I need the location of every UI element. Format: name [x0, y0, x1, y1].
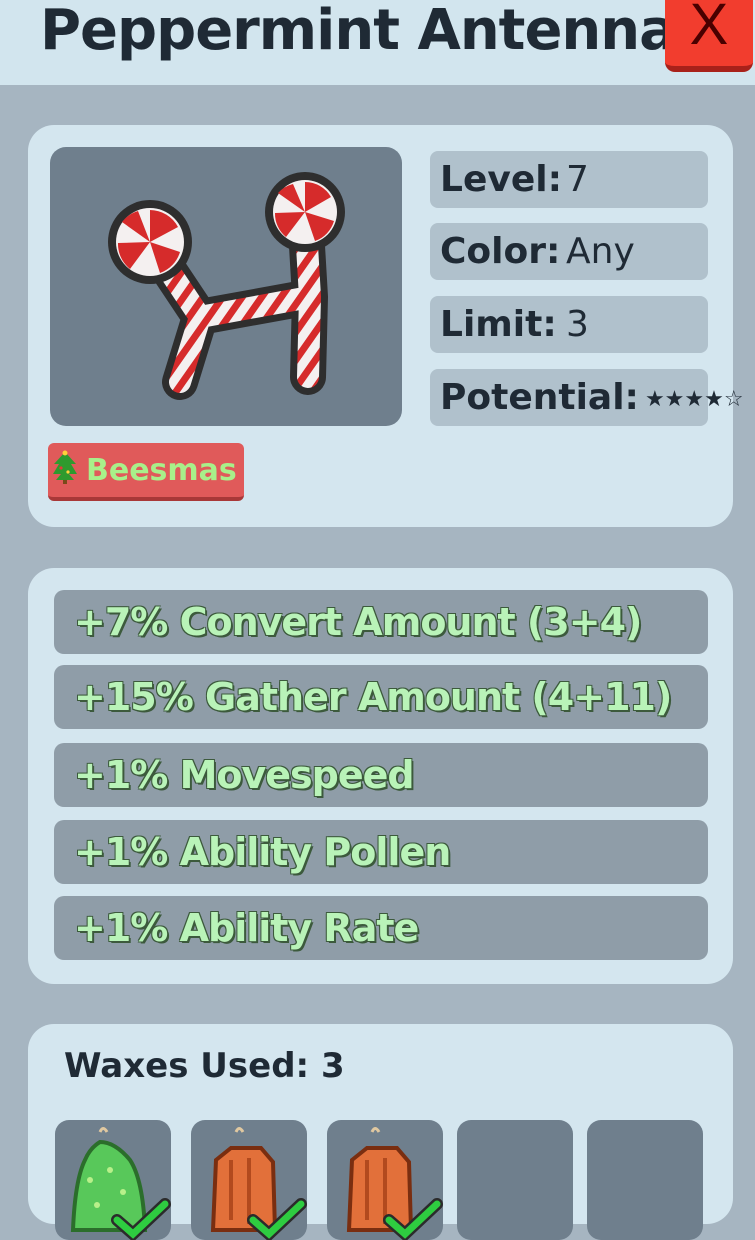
limit-value: 3: [566, 304, 589, 345]
level-label: Level:: [440, 159, 562, 200]
bonus-gather-amount: +15% Gather Amount (4+11): [54, 665, 708, 729]
bonus-ability-rate: +1% Ability Rate: [54, 896, 708, 960]
item-info-panel: Level: 7 Color: Any Limit: 3 Potential: ★…: [28, 125, 744, 527]
window-header: Peppermint Antennas X: [0, 0, 755, 85]
green-wax-icon: [70, 1127, 171, 1240]
level-value: 7: [566, 159, 589, 200]
wax-slot-4[interactable]: [457, 1120, 573, 1240]
wax-slot-5[interactable]: [587, 1120, 703, 1240]
item-image: [50, 147, 402, 426]
bonus-convert-amount: +7% Convert Amount (3+4): [54, 590, 708, 654]
potential-stat: Potential: ★★★★☆: [430, 369, 744, 426]
limit-stat: Limit: 3: [430, 296, 708, 353]
orange-wax-icon: [346, 1127, 443, 1240]
page-title: Peppermint Antennas: [40, 0, 709, 63]
orange-wax-icon: [210, 1127, 307, 1240]
waxes-used-label: Waxes Used: 3: [64, 1046, 345, 1086]
wax-slot-2[interactable]: [191, 1120, 307, 1240]
color-label: Color:: [440, 231, 561, 272]
bonus-ability-pollen: +1% Ability Pollen: [54, 820, 708, 884]
waxes-panel: Waxes Used: 3: [28, 1024, 733, 1240]
color-stat: Color: Any: [430, 223, 708, 280]
wax-slot-3[interactable]: [327, 1120, 443, 1240]
bonuses-panel: +7% Convert Amount (3+4) +15% Gather Amo…: [28, 568, 733, 984]
level-stat: Level: 7: [430, 151, 708, 208]
bonus-movespeed: +1% Movespeed: [54, 743, 708, 807]
beesmas-tag[interactable]: Beesmas: [48, 443, 244, 501]
christmas-tree-icon: [52, 450, 78, 491]
close-button[interactable]: X: [665, 0, 753, 72]
potential-stars: ★★★★☆: [644, 387, 744, 412]
wax-slot-1[interactable]: [55, 1120, 171, 1240]
potential-label: Potential:: [440, 377, 639, 418]
limit-label: Limit:: [440, 304, 557, 345]
tag-label: Beesmas: [86, 452, 237, 488]
color-value: Any: [566, 231, 635, 272]
peppermint-antennas-icon: [108, 172, 345, 400]
